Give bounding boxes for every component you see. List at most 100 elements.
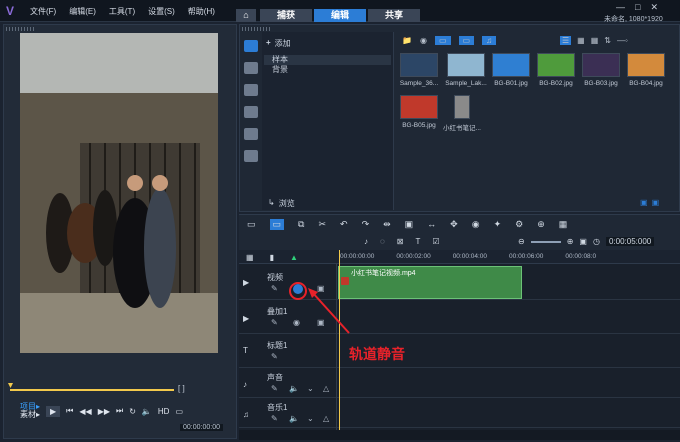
hd-label[interactable]: HD (158, 407, 170, 416)
thumb-image[interactable] (627, 53, 665, 77)
zoom-in-icon[interactable]: ⊕ (567, 237, 574, 246)
video-filter-icon[interactable]: ▭ (434, 36, 451, 45)
folder-icon[interactable]: 📁 (402, 36, 412, 45)
folder-item[interactable]: 背景 (264, 65, 391, 75)
close-icon[interactable]: ✕ (650, 2, 658, 13)
playhead[interactable] (339, 250, 340, 436)
more-icon[interactable]: ▦ (559, 219, 568, 230)
title-icon[interactable] (244, 106, 258, 118)
timeline-scrollbar[interactable] (239, 430, 680, 440)
image-filter-icon[interactable]: ▭ (458, 36, 475, 45)
speed-icon[interactable]: ✦ (494, 219, 502, 230)
visibility-icon[interactable]: ◉ (293, 318, 300, 327)
chevron-down-icon[interactable]: ⌄ (307, 414, 314, 423)
go-end-icon[interactable]: ⏭ (116, 406, 123, 416)
edit-icon[interactable]: ✎ (271, 352, 278, 361)
transition-icon[interactable] (244, 84, 258, 96)
thumb-label: Sample_Lak... (445, 80, 487, 87)
prev-frame-icon[interactable]: ◀◀ (79, 407, 91, 416)
screen-icon[interactable]: ▭ (175, 407, 183, 416)
add-folder-button[interactable]: + 添加 (266, 38, 389, 49)
volume-icon[interactable]: 🔈 (289, 414, 299, 423)
redo-icon[interactable]: ↷ (362, 219, 370, 230)
split-icon[interactable]: ⇹ (383, 219, 391, 230)
clock-icon[interactable]: ◷ (593, 237, 600, 246)
fit-icon[interactable]: ↔ (427, 219, 436, 230)
thumb-image[interactable] (582, 53, 620, 77)
library-sidebar (241, 32, 261, 210)
thumb-image[interactable] (454, 95, 470, 119)
tab-share[interactable]: 共享 (368, 9, 420, 22)
list-view-icon[interactable]: ☰ (560, 36, 572, 45)
minimize-icon[interactable]: — (616, 2, 625, 13)
storyboard-view-icon[interactable]: ▭ (247, 219, 256, 230)
thumb-size-slider[interactable]: —◦ (617, 36, 628, 45)
triangle-icon[interactable]: △ (323, 414, 329, 423)
edit-icon[interactable]: ✎ (271, 384, 278, 393)
repeat-icon[interactable]: ↻ (129, 407, 136, 416)
volume-icon[interactable]: 🔈 (142, 407, 152, 416)
graphics-icon[interactable] (244, 128, 258, 140)
maximize-icon[interactable]: □ (635, 2, 640, 13)
copy-icon[interactable]: ⧉ (298, 219, 304, 230)
timeline-view-icon[interactable]: ▭ (269, 219, 285, 230)
menu-tools[interactable]: 工具(T) (109, 6, 135, 17)
track-manager-icon[interactable]: ▦ (246, 253, 254, 262)
chapter-icon[interactable]: ▮ (270, 253, 274, 262)
preview-scrubber[interactable]: [ ] (8, 383, 232, 395)
menu-file[interactable]: 文件(F) (30, 6, 56, 17)
thumb-image[interactable] (492, 53, 530, 77)
options-icon[interactable]: ▣ (640, 198, 648, 207)
crop-icon[interactable]: ⊠ (397, 237, 404, 246)
merge-icon[interactable]: ⊕ (537, 219, 545, 230)
audio-mix-icon[interactable]: ♪ (364, 237, 368, 246)
cut-icon[interactable]: ✂ (318, 219, 326, 230)
menu-settings[interactable]: 设置(S) (148, 6, 175, 17)
edit-icon[interactable]: ✎ (271, 318, 278, 327)
menu-edit[interactable]: 编辑(E) (69, 6, 96, 17)
mask-icon[interactable]: ◉ (472, 219, 480, 230)
go-start-icon[interactable]: ⏮ (66, 406, 73, 416)
preview-timecode[interactable]: 00:00:00:00 (180, 424, 223, 431)
folder-item[interactable]: 样本 (264, 55, 391, 65)
audio-filter-icon[interactable]: ♫ (482, 36, 497, 45)
play-icon[interactable]: ▶ (46, 405, 61, 417)
zoom-slider[interactable] (530, 240, 561, 243)
triangle-icon[interactable]: △ (323, 384, 329, 393)
thumb-image[interactable] (447, 53, 485, 77)
menu-help[interactable]: 帮助(H) (188, 6, 215, 17)
edit-icon[interactable]: ✎ (271, 284, 278, 293)
tab-capture[interactable]: 捕获 (260, 9, 312, 22)
thumb-image[interactable] (400, 95, 438, 119)
text-icon[interactable]: T (415, 237, 420, 246)
filter-icon[interactable] (244, 150, 258, 162)
volume-icon[interactable]: 🔈 (289, 384, 299, 393)
chevron-down-icon[interactable]: ⌄ (307, 384, 314, 393)
clip-mode-label[interactable]: 素材▸ (20, 411, 40, 419)
tab-edit[interactable]: 编辑 (314, 9, 366, 22)
sort-icon[interactable]: ⇅ (604, 36, 611, 45)
import-icon[interactable]: ▣ (652, 198, 660, 207)
zoom-out-icon[interactable]: ⊖ (518, 237, 525, 246)
thumb-view-icon[interactable]: ▦ (577, 36, 585, 45)
motion-icon[interactable]: ✥ (450, 219, 458, 230)
record-icon[interactable]: ◉ (420, 36, 427, 45)
edit-icon[interactable]: ✎ (271, 414, 278, 423)
thumb-image[interactable] (537, 53, 575, 77)
grid-view-icon[interactable]: ▦ (591, 36, 599, 45)
next-frame-icon[interactable]: ▶▶ (98, 407, 110, 416)
thumb-image[interactable] (400, 53, 438, 77)
settings-icon[interactable]: ⚙ (515, 219, 523, 230)
loop-icon[interactable]: ◌ (380, 237, 385, 246)
checkbox-icon[interactable]: ☑ (432, 237, 439, 246)
browse-button[interactable]: ↳ 浏览 (268, 198, 295, 209)
instant-project-icon[interactable] (244, 62, 258, 74)
zoom-timecode[interactable]: 0:00:05:000 (605, 237, 655, 246)
voice-track-icon: ♪ (243, 380, 247, 389)
home-icon[interactable]: ⌂ (236, 9, 256, 22)
record-screen-icon[interactable]: ▣ (405, 219, 414, 230)
fit-zoom-icon[interactable]: ▣ (579, 237, 587, 246)
media-icon[interactable] (244, 40, 258, 52)
marker-icon[interactable]: ▲ (290, 253, 298, 262)
undo-icon[interactable]: ↶ (340, 219, 348, 230)
